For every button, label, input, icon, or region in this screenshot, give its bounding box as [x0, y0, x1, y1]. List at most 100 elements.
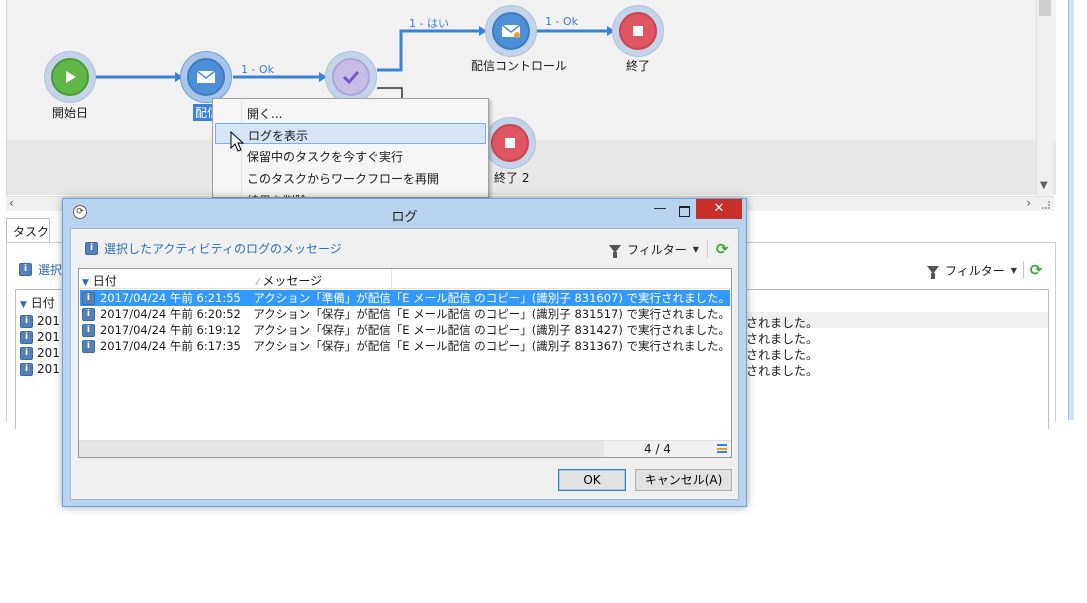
resize-grip-icon[interactable]	[1042, 201, 1050, 209]
info-icon: i	[82, 307, 95, 321]
sort-desc-icon: ▼	[20, 300, 27, 310]
info-icon: i	[20, 330, 33, 344]
task-row-text: されました。	[746, 316, 819, 330]
task-row-text: されました。	[746, 364, 819, 378]
end-node-label: 終了	[626, 59, 651, 73]
delivery-control-node[interactable]	[485, 5, 537, 57]
log-row-date: 2017/04/24 午前 6:21:55	[99, 291, 241, 305]
refresh-icon[interactable]: ⟳	[1030, 261, 1043, 279]
task-row[interactable]: i 201	[20, 346, 60, 360]
record-count: 4 / 4	[644, 442, 671, 456]
stop-icon	[619, 12, 657, 50]
column-message[interactable]: ⁄ メッセージ	[257, 272, 322, 289]
edge-label-yes: 1 - はい	[409, 17, 449, 30]
log-row[interactable]: i 2017/04/24 午前 6:21:55 アクション「準備」が配信「E メ…	[80, 290, 730, 306]
checkmark-icon	[332, 58, 370, 96]
log-row[interactable]: i 2017/04/24 午前 6:17:35 アクション「保存」が配信「E メ…	[80, 338, 730, 354]
end2-node-label: 終了 2	[494, 171, 530, 185]
canvas-vertical-scrollbar[interactable]: ▼	[1036, 0, 1053, 196]
start-node-label: 開始日	[52, 106, 89, 120]
close-button[interactable]: ✕	[696, 199, 742, 219]
list-menu-icon[interactable]	[717, 444, 727, 453]
task-panel-header: i 選択	[19, 261, 62, 278]
log-header: i 選択したアクティビティのログのメッセージ	[85, 240, 342, 257]
menu-item-show-log[interactable]: ログを表示	[215, 123, 486, 144]
filter-icon	[927, 266, 939, 279]
filter-icon	[609, 245, 621, 258]
scroll-left-icon[interactable]: ‹	[9, 196, 14, 210]
log-row-date: 2017/04/24 午前 6:17:35	[99, 339, 241, 353]
cancel-button[interactable]: キャンセル(A)	[635, 469, 732, 491]
log-grid[interactable]: ▼ 日付 ⁄ メッセージ i 2017/04/24 午前 6:21:55 アクシ…	[78, 268, 732, 458]
column-resize-icon: ⁄	[257, 278, 259, 288]
envelope-icon	[187, 58, 225, 96]
window-edge	[1068, 0, 1074, 420]
scrollbar-thumb[interactable]	[1039, 0, 1051, 16]
menu-item-restart-workflow[interactable]: このタスクからワークフローを再開	[215, 167, 486, 188]
log-filter-label: フィルター	[627, 242, 687, 257]
chevron-down-icon[interactable]: ▼	[693, 245, 699, 254]
minimize-button[interactable]: —	[649, 201, 671, 221]
menu-item-run-pending[interactable]: 保留中のタスクを今すぐ実行	[215, 145, 486, 166]
log-row[interactable]: i 2017/04/24 午前 6:20:52 アクション「保存」が配信「E メ…	[80, 306, 730, 322]
delivery-node[interactable]	[180, 51, 232, 103]
ok-button[interactable]: OK	[558, 469, 626, 491]
task-list-date-header[interactable]: ▼ 日付	[20, 294, 55, 311]
chevron-down-icon[interactable]: ▼	[1011, 266, 1017, 275]
end2-node[interactable]	[484, 117, 536, 169]
info-icon: i	[20, 314, 33, 328]
info-icon: i	[19, 263, 32, 276]
envelope-gear-icon	[492, 12, 530, 50]
task-row-text: されました。	[746, 332, 819, 346]
scroll-down-icon[interactable]: ▼	[1040, 180, 1048, 191]
log-row-date: 2017/04/24 午前 6:19:12	[99, 323, 241, 337]
dialog-titlebar[interactable]: ⟳ ログ — ✕	[63, 199, 746, 227]
task-filter-label: フィルター	[945, 263, 1005, 278]
log-row-message: アクション「保存」が配信「E メール配信 のコピー」(識別子 831427) で…	[253, 323, 730, 337]
log-row[interactable]: i 2017/04/24 午前 6:19:12 アクション「保存」が配信「E メ…	[80, 322, 730, 338]
transition-approval-control	[377, 29, 483, 72]
info-icon: i	[20, 362, 33, 376]
task-row[interactable]: i 201	[20, 330, 60, 344]
task-panel-header-text: 選択	[38, 263, 63, 277]
tab-task[interactable]: タスク	[6, 218, 50, 242]
column-date[interactable]: ▼ 日付	[82, 272, 117, 289]
stop-icon	[491, 124, 529, 162]
info-icon: i	[85, 242, 98, 255]
workflow-canvas[interactable]: 開始日 配信 1 - Ok 1 - はい 配信コントロール 1 - Ok 終了 …	[6, 0, 1056, 195]
task-row[interactable]: i 201	[20, 314, 60, 328]
log-row-message: アクション「保存」が配信「E メール配信 のコピー」(識別子 831367) で…	[253, 339, 730, 353]
task-filter[interactable]: フィルター ▼ ⟳	[927, 261, 1043, 279]
context-menu: 開く... ログを表示 保留中のタスクを今すぐ実行 このタスクからワークフローを…	[212, 98, 489, 198]
task-row-text: されました。	[746, 348, 819, 362]
task-list-date-label: 日付	[30, 296, 55, 310]
menu-item-open[interactable]: 開く...	[215, 102, 486, 123]
menu-item-delete-results[interactable]: 結果を削除	[215, 189, 486, 197]
approval-node[interactable]	[325, 51, 377, 103]
start-node[interactable]	[44, 51, 96, 103]
log-grid-header: ▼ 日付 ⁄ メッセージ	[79, 269, 731, 289]
refresh-icon[interactable]: ⟳	[716, 240, 729, 258]
maximize-button[interactable]	[673, 201, 695, 221]
log-grid-footer: 4 / 4	[79, 440, 731, 457]
info-icon: i	[20, 346, 33, 360]
info-icon: i	[82, 339, 95, 353]
dialog-title: ログ	[391, 210, 418, 225]
play-icon	[51, 58, 89, 96]
log-dialog: ⟳ ログ — ✕ i 選択したアクティビティのログのメッセージ フィルター ▼ …	[62, 198, 747, 507]
info-icon: i	[82, 291, 95, 305]
edge-label-ok: 1 - Ok	[241, 63, 274, 76]
info-icon: i	[82, 323, 95, 337]
log-row-message: アクション「準備」が配信「E メール配信 のコピー」(識別子 831607) で…	[253, 291, 730, 305]
sort-desc-icon: ▼	[82, 278, 89, 288]
edge-label-ok-2: 1 - Ok	[545, 15, 578, 28]
end-node[interactable]	[612, 5, 664, 57]
task-row[interactable]: i 201	[20, 362, 60, 376]
mouse-cursor-icon	[230, 131, 245, 152]
log-filter[interactable]: フィルター ▼ ⟳	[609, 240, 729, 258]
scroll-right-icon[interactable]: ›	[1026, 196, 1031, 210]
log-row-message: アクション「保存」が配信「E メール配信 のコピー」(識別子 831517) で…	[253, 307, 730, 321]
log-header-text: 選択したアクティビティのログのメッセージ	[104, 242, 342, 256]
delivery-control-label: 配信コントロール	[471, 59, 568, 73]
dialog-body: i 選択したアクティビティのログのメッセージ フィルター ▼ ⟳ ▼ 日付 ⁄ …	[70, 228, 739, 500]
